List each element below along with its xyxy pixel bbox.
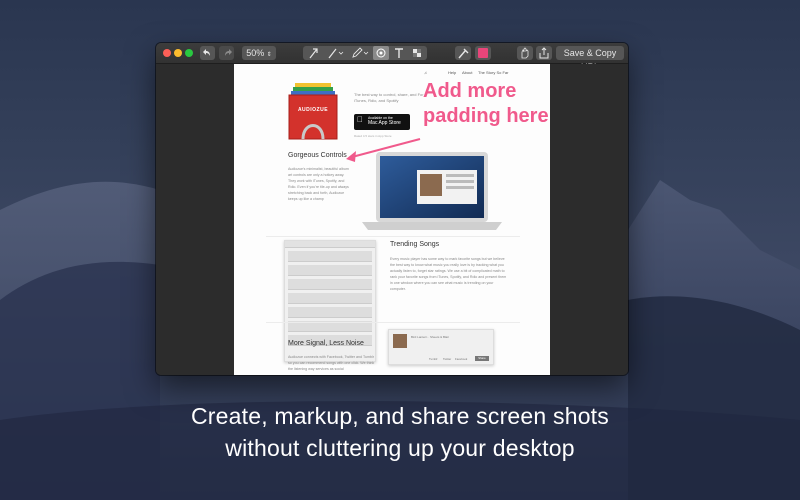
section3-body: Audiozue connects with Facebook, Twitter… <box>288 355 375 371</box>
redo-button[interactable] <box>219 46 234 60</box>
share-card-image: Bird Lantern · Sheets & Blair Tumblr Twi… <box>388 329 494 365</box>
zoom-select[interactable]: 50% ⇕ <box>242 46 276 60</box>
save-copy-url-button[interactable]: Save & Copy URL <box>556 46 624 72</box>
line-tool-icon <box>328 48 344 59</box>
arrow-tool-icon <box>309 48 318 59</box>
album-label: AUDIOZUE <box>297 107 329 113</box>
nav-story: The Story So Far <box>478 70 509 75</box>
share-opt1: Tumblr <box>429 357 438 361</box>
share-button: Share <box>475 356 489 361</box>
close-window-button[interactable] <box>163 49 171 57</box>
grab-button[interactable] <box>517 46 533 60</box>
caption-line-2: without cluttering up your desktop <box>225 435 575 461</box>
share-opt3: Facebook <box>455 357 468 361</box>
export-button[interactable] <box>536 46 552 60</box>
badge-large-text: Mac App Store <box>368 120 401 126</box>
app-window: 50% ⇕ Save & Copy ♫ Help About The Story… <box>156 43 628 375</box>
section1-body: Audiozue's minimalist, beautiful album a… <box>288 167 349 201</box>
pen-tool-icon <box>352 47 369 58</box>
annotation-text: Add more padding here <box>423 80 549 127</box>
chevron-updown-icon: ⇕ <box>266 52 272 58</box>
captured-webpage: ♫ Help About The Story So Far AUDIOZUE T… <box>234 64 550 375</box>
nav-about: About <box>462 70 473 75</box>
nav-help: Help <box>448 70 457 75</box>
grab-icon <box>521 47 529 59</box>
screenshot-canvas[interactable]: ♫ Help About The Story So Far AUDIOZUE T… <box>156 64 628 375</box>
laptop-image <box>362 152 502 230</box>
stamp-tool[interactable] <box>373 46 389 60</box>
redo-icon <box>224 49 232 56</box>
toolbar: 50% ⇕ Save & Copy <box>156 43 628 72</box>
minimize-window-button[interactable] <box>174 49 182 57</box>
zoom-value: 50% <box>246 48 265 58</box>
share-opt2: Twitter <box>443 357 452 361</box>
arrow-tool[interactable] <box>305 46 323 60</box>
app-store-badge:  Available on the Mac App Store <box>354 114 410 130</box>
section1-title: Gorgeous Controls <box>288 152 347 159</box>
share-track: Bird Lantern · Sheets & Blair <box>411 335 450 339</box>
color-picker-button[interactable] <box>455 46 471 60</box>
pixelate-tool[interactable] <box>409 46 425 60</box>
section-divider <box>266 236 520 237</box>
stamp-tool-icon <box>376 48 386 58</box>
hero-text: The best way to control, share, and For … <box>354 92 424 103</box>
section2-title: Trending Songs <box>390 241 440 248</box>
section2-body: Every music player has some way to mark … <box>390 257 507 291</box>
export-icon <box>539 47 549 59</box>
text-tool[interactable] <box>391 46 407 60</box>
markup-tools <box>303 46 427 60</box>
color-picker-icon <box>458 48 469 59</box>
undo-icon <box>202 49 210 56</box>
section3-title: More Signal, Less Noise <box>288 340 364 347</box>
nav-logo-icon: ♫ <box>424 70 427 75</box>
apple-icon:  <box>357 116 363 124</box>
pen-tool[interactable] <box>349 46 371 60</box>
color-swatch-icon <box>478 48 488 58</box>
color-swatch-button[interactable] <box>475 46 491 60</box>
line-tool[interactable] <box>325 46 347 60</box>
rating-text: Rated 4.5 stars in App Store <box>354 134 392 138</box>
caption-line-1: Create, markup, and share screen shots <box>191 403 609 429</box>
zoom-window-button[interactable] <box>185 49 193 57</box>
text-tool-icon <box>395 48 403 58</box>
marketing-caption: Create, markup, and share screen shots w… <box>0 400 800 464</box>
undo-button[interactable] <box>200 46 215 60</box>
pixelate-tool-icon <box>413 49 421 57</box>
section-divider <box>266 322 520 323</box>
